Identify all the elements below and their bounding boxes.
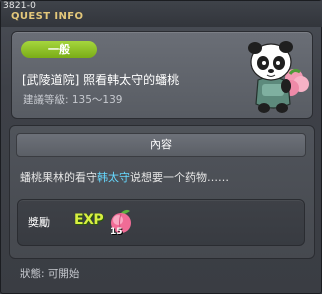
quest-info-window: 3821-0 QUEST INFO 一般 [武陵道院] 照看韩太守的蟠桃 建議等… — [0, 0, 322, 294]
quest-status: 狀態: 可開始 — [20, 268, 80, 280]
quest-detail-panel: 內容 蟠桃果林的看守韩太守说想要一个药物…… 獎勵 EXP 15 — [9, 125, 315, 259]
quest-summary-panel: 一般 [武陵道院] 照看韩太守的蟠桃 建議等級: 135～139 — [11, 31, 313, 119]
npc-name-link[interactable]: 韩太守 — [97, 171, 130, 184]
description-text: 说想要一个药物…… — [130, 171, 229, 184]
window-title: QUEST INFO — [11, 11, 84, 22]
quest-name: [武陵道院] 照看韩太守的蟠桃 — [22, 73, 180, 87]
panda-npc-icon — [248, 41, 309, 113]
content-section-header: 內容 — [16, 133, 306, 157]
title-bar[interactable]: 3821-0 QUEST INFO — [1, 1, 322, 27]
quest-type-badge: 一般 — [21, 41, 97, 58]
item-quantity: 15 — [110, 227, 123, 237]
exp-icon[interactable]: EXP — [74, 212, 104, 228]
reward-label: 獎勵 — [28, 216, 50, 229]
reward-box: 獎勵 EXP 15 — [17, 199, 305, 246]
description-text: 蟠桃果林的看守 — [20, 171, 97, 184]
quest-description: 蟠桃果林的看守韩太守说想要一个药物…… — [20, 169, 229, 185]
recommended-level: 建議等級: 135～139 — [23, 94, 123, 106]
quest-id-label: 3821-0 — [3, 1, 37, 11]
